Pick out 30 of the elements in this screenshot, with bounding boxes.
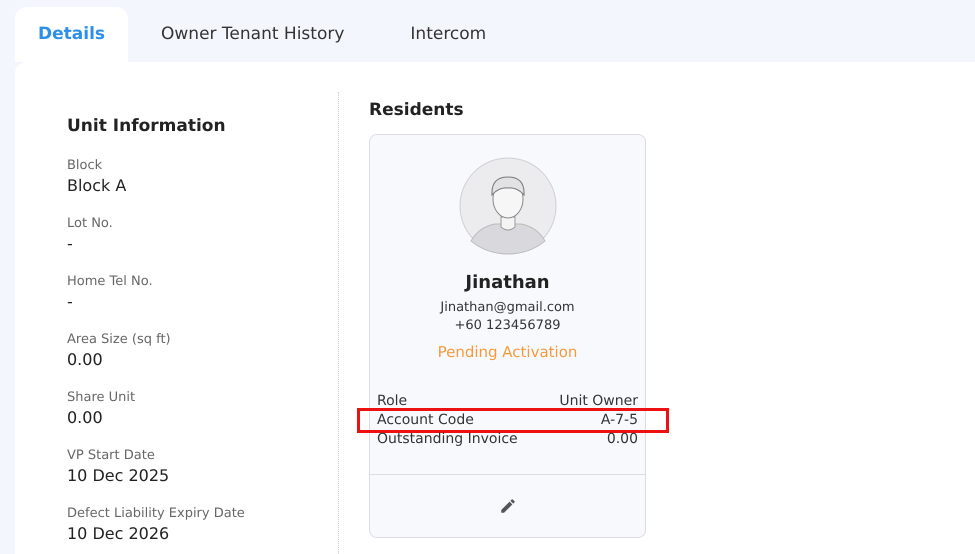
resident-phone: +60 123456789 [454,316,560,334]
detail-label: Outstanding Invoice [377,430,518,448]
field-value: 0.00 [67,406,103,428]
field-value: 10 Dec 2025 [67,464,170,486]
field-value: - [67,232,73,254]
resident-email: Jinathan@gmail.com [440,298,575,316]
resident-name: Jinathan [465,270,550,294]
pencil-icon [498,496,516,514]
field-value: - [67,290,73,312]
field-label: Block [67,156,102,174]
tab[interactable]: Owner Tenant History [128,7,378,62]
field-label: Defect Liability Expiry Date [67,504,245,522]
field-value: 10 Dec 2026 [67,522,170,544]
field-label: Lot No. [67,214,113,232]
avatar-icon [458,156,556,254]
detail-value: Unit Owner [559,392,638,410]
field-value: 0.00 [67,348,103,370]
section-title: Residents [369,99,464,122]
detail-label: Role [377,392,408,410]
status-text: Pending Activation [438,342,578,362]
field-value: Block A [67,174,126,196]
field-label: Home Tel No. [67,272,153,290]
field-label: Share Unit [67,388,136,406]
field-label: VP Start Date [67,446,155,464]
field-label: Area Size (sq ft) [67,330,171,348]
detail-value: A-7-5 [600,410,638,430]
detail-value: 0.00 [606,430,638,448]
section-title: Unit Information [67,115,226,138]
detail-label: Account Code [377,410,474,430]
tab[interactable]: Intercom [377,7,520,62]
